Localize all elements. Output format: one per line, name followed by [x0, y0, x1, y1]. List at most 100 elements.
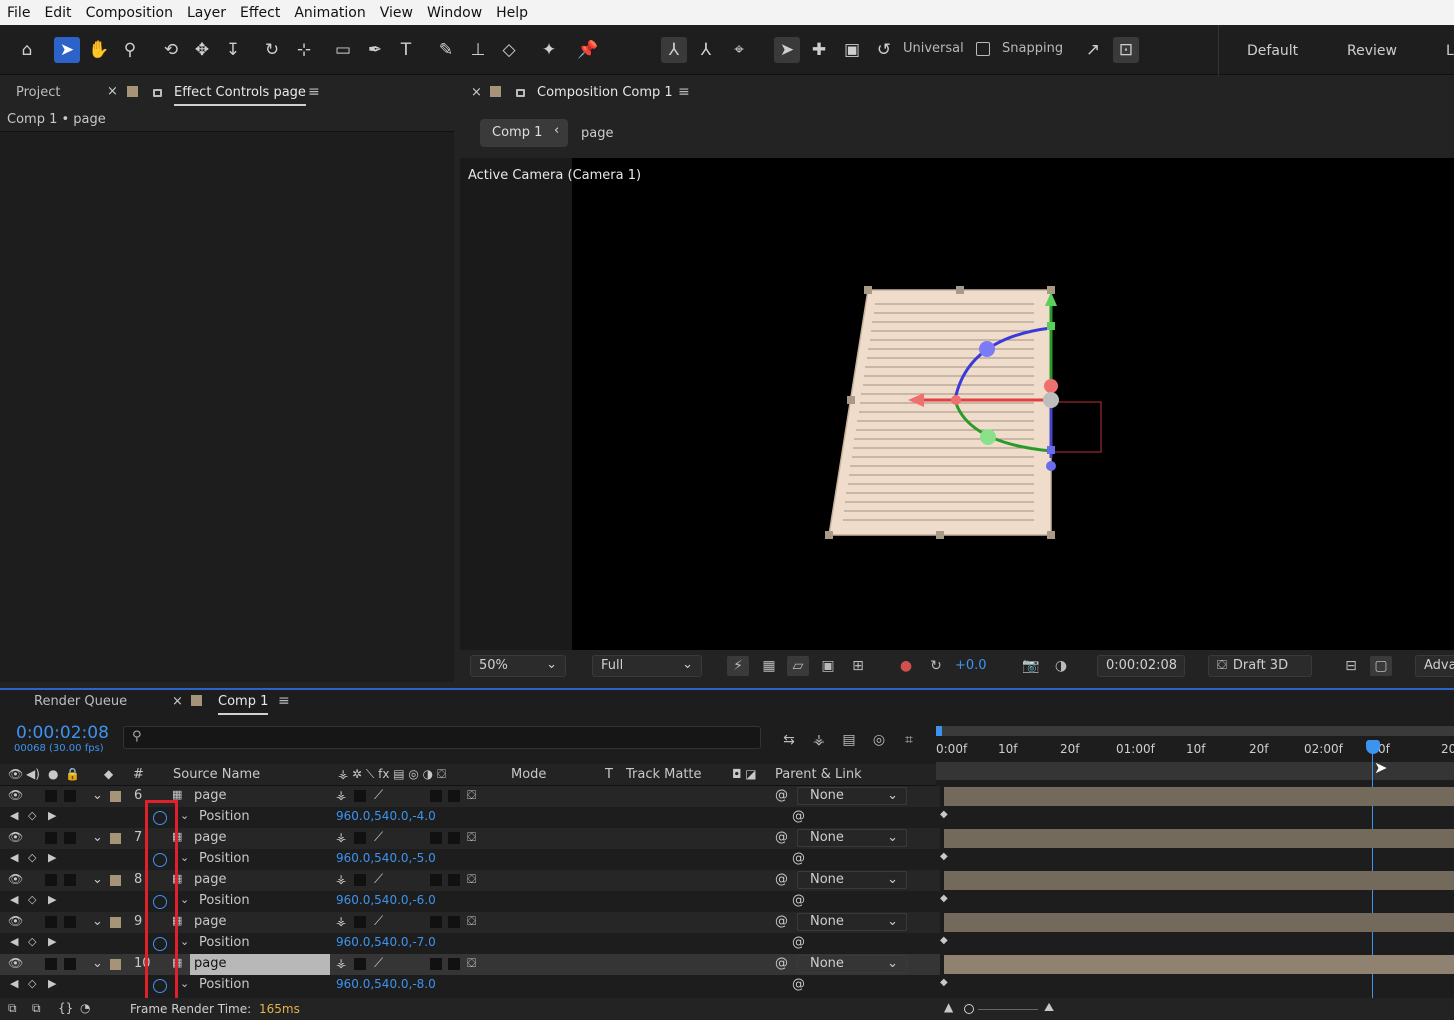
- eraser-tool-icon[interactable]: ◇: [496, 37, 522, 63]
- keyframe-marker[interactable]: ◆: [940, 809, 948, 820]
- current-time[interactable]: 0:00:02:08: [16, 723, 109, 743]
- render-time-toggle-icon[interactable]: ◔: [80, 1001, 90, 1015]
- motion-blur-switch[interactable]: [448, 832, 460, 844]
- quality-switch-icon[interactable]: ⟋: [374, 872, 383, 887]
- layer-duration-bar[interactable]: [944, 871, 1454, 890]
- graph-editor-icon[interactable]: ⌗: [898, 730, 920, 750]
- add-keyframe-icon[interactable]: ◇: [28, 809, 36, 822]
- menu-edit[interactable]: Edit: [37, 5, 78, 21]
- layer-label-swatch[interactable]: [110, 959, 121, 970]
- snapping-label[interactable]: Snapping: [1002, 41, 1063, 56]
- reset-exposure-icon[interactable]: ↻: [925, 656, 947, 676]
- adjustment-switch[interactable]: [430, 958, 442, 970]
- collapse-switch[interactable]: [354, 874, 366, 886]
- close-comp-tab-icon[interactable]: ×: [471, 85, 482, 100]
- position-value[interactable]: 960.0,540.0,-6.0: [336, 893, 436, 907]
- layer-name[interactable]: page: [194, 872, 226, 887]
- 3d-view-layout-icon[interactable]: ⊟: [1340, 656, 1362, 676]
- next-keyframe-icon[interactable]: ▶: [48, 809, 56, 822]
- menu-animation[interactable]: Animation: [287, 5, 372, 21]
- 3d-layer-icon[interactable]: ⛋: [467, 872, 476, 887]
- layer-label-swatch[interactable]: [110, 917, 121, 928]
- eye-icon[interactable]: 👁: [8, 956, 23, 970]
- adjustment-switch[interactable]: [430, 874, 442, 886]
- solo-switch[interactable]: [45, 832, 57, 844]
- menu-effect[interactable]: Effect: [233, 5, 287, 21]
- selection-tool-icon[interactable]: ➤: [54, 37, 80, 63]
- zoom-in-icon[interactable]: ⛰: [1044, 1000, 1054, 1015]
- zoom-out-icon[interactable]: ▲: [944, 1000, 953, 1014]
- snapping-checkbox[interactable]: [976, 42, 990, 56]
- matte-icons[interactable]: ◘ ◪: [732, 767, 757, 781]
- add-keyframe-icon[interactable]: ◇: [28, 977, 36, 990]
- menu-view[interactable]: View: [373, 5, 420, 21]
- workspace-more[interactable]: L: [1446, 43, 1454, 59]
- layer-row-selected[interactable]: 👁 ⌄ 10 ▦ page ⚶ ⟋ ⛋ @ None ⌄: [0, 954, 940, 975]
- pick-whip-icon[interactable]: @: [775, 872, 788, 887]
- solo-icon[interactable]: ●: [48, 767, 58, 781]
- clone-stamp-tool-icon[interactable]: ⊥: [465, 37, 491, 63]
- chevron-down-icon[interactable]: ⌄: [92, 788, 103, 803]
- solo-switch[interactable]: [45, 916, 57, 928]
- shy-switch-icon[interactable]: ⚶: [336, 914, 346, 928]
- home-icon[interactable]: ⌂: [14, 37, 40, 63]
- motion-blur-switch[interactable]: [448, 874, 460, 886]
- renderer-button[interactable]: ⛋ Draft 3D: [1208, 655, 1312, 677]
- advanced-3d-button[interactable]: Adva: [1415, 655, 1454, 677]
- lock-icon[interactable]: [153, 89, 162, 97]
- tab-project[interactable]: Project: [16, 85, 60, 100]
- work-area-bar[interactable]: [936, 726, 1454, 736]
- puppet-pin-tool-icon[interactable]: 📌: [575, 37, 601, 63]
- chevron-down-icon[interactable]: ⌄: [92, 830, 103, 845]
- add-keyframe-icon[interactable]: ◇: [28, 893, 36, 906]
- parent-dropdown[interactable]: None ⌄: [797, 955, 907, 973]
- layer-duration-bar-selected[interactable]: [944, 955, 1454, 974]
- collapse-switch[interactable]: [354, 958, 366, 970]
- pick-whip-icon[interactable]: @: [775, 956, 788, 971]
- motion-blur-switch[interactable]: [448, 790, 460, 802]
- motion-blur-switch[interactable]: [448, 958, 460, 970]
- pen-tool-icon[interactable]: ✒: [362, 37, 388, 63]
- collapse-switch[interactable]: [354, 916, 366, 928]
- menu-file[interactable]: File: [0, 5, 37, 21]
- layer-row[interactable]: 👁 ⌄ 8 ▦ page ⚶ ⟋ ⛋ @ None ⌄: [0, 870, 940, 891]
- lock-switch[interactable]: [64, 958, 76, 970]
- layer-label-swatch[interactable]: [110, 833, 121, 844]
- collapse-switch[interactable]: [354, 790, 366, 802]
- eye-icon[interactable]: 👁: [8, 872, 23, 886]
- prev-keyframe-icon[interactable]: ◀: [10, 935, 18, 948]
- exposure-value[interactable]: +0.0: [955, 658, 987, 673]
- comp-mini-flowchart-icon[interactable]: ⇆: [778, 730, 800, 750]
- close-tab-icon[interactable]: ×: [107, 84, 118, 99]
- position-value[interactable]: 960.0,540.0,-5.0: [336, 851, 436, 865]
- lock-column-icon[interactable]: 🔒: [65, 767, 80, 781]
- col-t[interactable]: T: [605, 767, 613, 782]
- rotate-icon[interactable]: ↺: [871, 37, 897, 63]
- motion-blur-switch[interactable]: [448, 916, 460, 928]
- pick-whip-icon[interactable]: @: [775, 914, 788, 929]
- chevron-down-icon[interactable]: ⌄: [92, 914, 103, 929]
- pick-whip-icon[interactable]: @: [775, 788, 788, 803]
- snap-options-icon[interactable]: ↗: [1080, 37, 1106, 63]
- comp-panel-menu-icon[interactable]: ≡: [678, 84, 690, 100]
- tab-composition[interactable]: Composition Comp 1: [537, 85, 673, 100]
- zoom-tool-icon[interactable]: ⚲: [117, 37, 143, 63]
- grid-guides-icon[interactable]: ⊞: [847, 656, 869, 676]
- menu-layer[interactable]: Layer: [180, 5, 233, 21]
- switches-icons[interactable]: ⚶ ✲ ⟍ fx ▤ ◎ ◑ ⛋: [338, 767, 446, 782]
- world-axis-icon[interactable]: ⅄: [693, 37, 719, 63]
- tab-render-queue[interactable]: Render Queue: [34, 694, 127, 709]
- chevron-down-icon[interactable]: ⌄: [180, 977, 189, 990]
- 3d-layer-icon[interactable]: ⛋: [467, 956, 476, 971]
- breadcrumb-comp-button[interactable]: Comp 1 ‹: [480, 119, 568, 147]
- layer-name[interactable]: page: [194, 956, 226, 971]
- lock-switch[interactable]: [64, 790, 76, 802]
- prev-keyframe-icon[interactable]: ◀: [10, 809, 18, 822]
- panel-menu-icon[interactable]: ≡: [308, 84, 320, 100]
- brush-tool-icon[interactable]: ✎: [433, 37, 459, 63]
- audio-icon[interactable]: ◀): [26, 767, 40, 781]
- keyframe-marker[interactable]: ◆: [940, 935, 948, 946]
- parent-dropdown[interactable]: None ⌄: [797, 913, 907, 931]
- lock-switch[interactable]: [64, 916, 76, 928]
- parent-dropdown[interactable]: None ⌄: [797, 787, 907, 805]
